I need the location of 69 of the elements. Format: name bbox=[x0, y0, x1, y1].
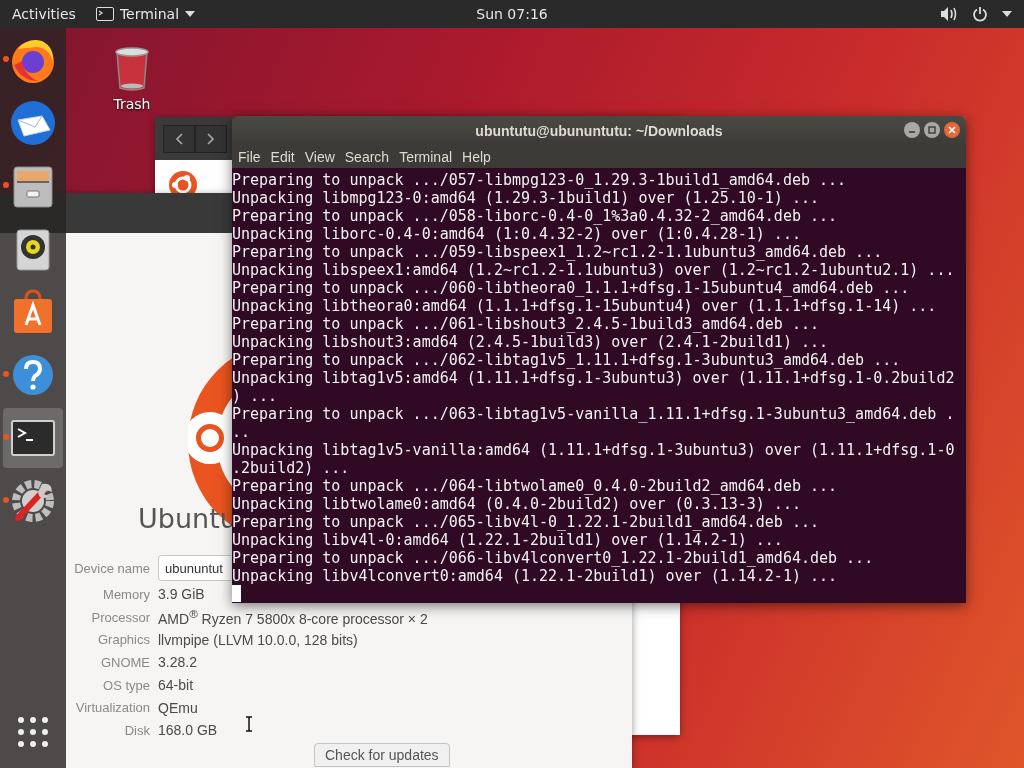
terminal-line: Preparing to unpack .../066-libv4lconvert0_1.22.1-2build1_amd64.deb ... bbox=[232, 549, 875, 567]
info-value: 3.9 GiB bbox=[158, 586, 205, 603]
info-value: 64-bit bbox=[158, 677, 194, 694]
caret-icon[interactable] bbox=[1002, 11, 1012, 17]
chevron-left-icon bbox=[175, 132, 183, 145]
terminal-line: .2build2) ... bbox=[232, 459, 351, 477]
minimize-button[interactable] bbox=[904, 122, 920, 138]
check-updates-button[interactable]: Check for updates bbox=[314, 742, 450, 767]
trash-icon[interactable] bbox=[112, 44, 152, 92]
menu-item[interactable]: Help bbox=[457, 149, 496, 165]
terminal-line: Preparing to unpack .../057-libmpg123-0_1.29.3-1build1_amd64.deb ... bbox=[232, 171, 848, 189]
close-button[interactable] bbox=[944, 122, 960, 138]
terminal-line: Unpacking libv4l-0:amd64 (1.22.1-2build1) over (1.14.2-1) ... bbox=[232, 531, 784, 549]
info-label: Processor bbox=[90, 609, 150, 625]
info-label: Graphics bbox=[96, 632, 150, 648]
terminal-line: Unpacking libmpg123-0:amd64 (1.29.3-1build1) over (1.25.10-1) ... bbox=[232, 189, 820, 207]
app-grid-icon[interactable] bbox=[17, 716, 49, 748]
terminal-line: ) ... bbox=[232, 387, 279, 405]
maximize-button[interactable] bbox=[924, 122, 940, 138]
menu-item[interactable]: File bbox=[233, 149, 266, 165]
info-label: OS type bbox=[102, 677, 150, 693]
info-value: 3.28.2 bbox=[158, 654, 197, 671]
terminal-line: Preparing to unpack .../061-libshout3_2.4.5-1build3_amd64.deb ... bbox=[232, 315, 820, 333]
info-value: llvmpipe (LLVM 10.0.0, 128 bits) bbox=[158, 631, 358, 648]
info-label: Memory bbox=[102, 586, 150, 602]
terminal-line: Unpacking libshout3:amd64 (2.4.5-1build3) over (2.4.1-2build1) ... bbox=[232, 333, 830, 351]
clock[interactable]: Sun 07:16 bbox=[476, 6, 548, 22]
terminal-line: Unpacking liborc-0.4-0:amd64 (1:0.4.32-2) over (1:0.4.28-1) ... bbox=[232, 225, 802, 243]
terminal-icon bbox=[95, 7, 114, 21]
forward-button[interactable] bbox=[195, 124, 227, 153]
terminal-line: Unpacking libtag1v5:amd64 (1.11.1+dfsg.1-3ubuntu3) over (1.11.1+dfsg.1-0.2build2 bbox=[232, 369, 956, 387]
terminal-line: Preparing to unpack .../060-libtheora0_1.1.1+dfsg.1-15ubuntu4_amd64.deb ... bbox=[232, 279, 911, 297]
text-cursor-icon bbox=[245, 716, 253, 732]
info-label: GNOME bbox=[99, 654, 150, 670]
terminal-line: Preparing to unpack .../058-liborc-0.4-0_1%3a0.4.32-2_amd64.deb ... bbox=[232, 207, 839, 225]
close-icon bbox=[948, 126, 956, 134]
menu-item[interactable]: View bbox=[299, 149, 340, 165]
activities-button[interactable]: Activities bbox=[12, 6, 76, 22]
back-button[interactable] bbox=[163, 124, 195, 153]
text-cursor bbox=[232, 585, 241, 602]
maximize-icon bbox=[928, 126, 936, 134]
terminal-line: Unpacking libtag1v5-vanilla:amd64 (1.11.1+dfsg.1-3ubuntu3) over (1.11.1+dfsg.1-0 bbox=[232, 441, 956, 459]
device-name-field[interactable]: ubununtut bbox=[158, 555, 231, 581]
app-menu[interactable]: Terminal bbox=[95, 6, 196, 22]
terminal-line: Preparing to unpack .../064-libtwolame0_0.4.0-2build2_amd64.deb ... bbox=[232, 477, 839, 495]
menu-item[interactable]: Edit bbox=[265, 149, 300, 165]
caret-icon bbox=[185, 11, 196, 17]
terminal-line: Unpacking libv4lconvert0:amd64 (1.22.1-2build1) over (1.14.2-1) ... bbox=[232, 567, 839, 585]
dock-item[interactable] bbox=[3, 407, 63, 468]
menu-item[interactable]: Terminal bbox=[394, 149, 458, 165]
terminal-line: .. bbox=[232, 423, 252, 441]
menu-item[interactable]: Search bbox=[339, 149, 395, 165]
trash-label[interactable]: Trash bbox=[113, 96, 151, 112]
terminal-line: Preparing to unpack .../065-libv4l-0_1.22.1-2build1_amd64.deb ... bbox=[232, 513, 820, 531]
info-label: Disk bbox=[123, 722, 150, 738]
info-value: 168.0 GB bbox=[158, 722, 218, 739]
power-icon[interactable] bbox=[972, 6, 988, 22]
window-title: ubuntutu@ubununtutu: ~/Downloads bbox=[475, 123, 723, 139]
info-label: Device name bbox=[73, 560, 150, 576]
chevron-right-icon bbox=[207, 132, 215, 145]
volume-icon[interactable] bbox=[940, 6, 958, 22]
terminal-line: Preparing to unpack .../062-libtag1v5_1.11.1+dfsg.1-3ubuntu3_amd64.deb ... bbox=[232, 351, 902, 369]
terminal-line: Preparing to unpack .../063-libtag1v5-vanilla_1.11.1+dfsg.1-3ubuntu3_amd64.deb . bbox=[232, 405, 956, 423]
terminal-line: Preparing to unpack .../059-libspeex1_1.2~rc1.2-1.1ubuntu3_amd64.deb ... bbox=[232, 243, 884, 261]
terminal-line: Unpacking libspeex1:amd64 (1.2~rc1.2-1.1ubuntu3) over (1.2~rc1.2-1ubuntu2.1) ... bbox=[232, 261, 956, 279]
info-value: QEmu bbox=[158, 699, 198, 716]
info-value: AMD$^{®}$ Ryzen 7 5800x 8-core processor × 2 bbox=[158, 607, 428, 627]
info-label: Virtualization bbox=[74, 700, 150, 716]
terminal-line: Unpacking libtheora0:amd64 (1.1.1+dfsg.1-15ubuntu4) over (1.1.1+dfsg.1-14) ... bbox=[232, 297, 938, 315]
